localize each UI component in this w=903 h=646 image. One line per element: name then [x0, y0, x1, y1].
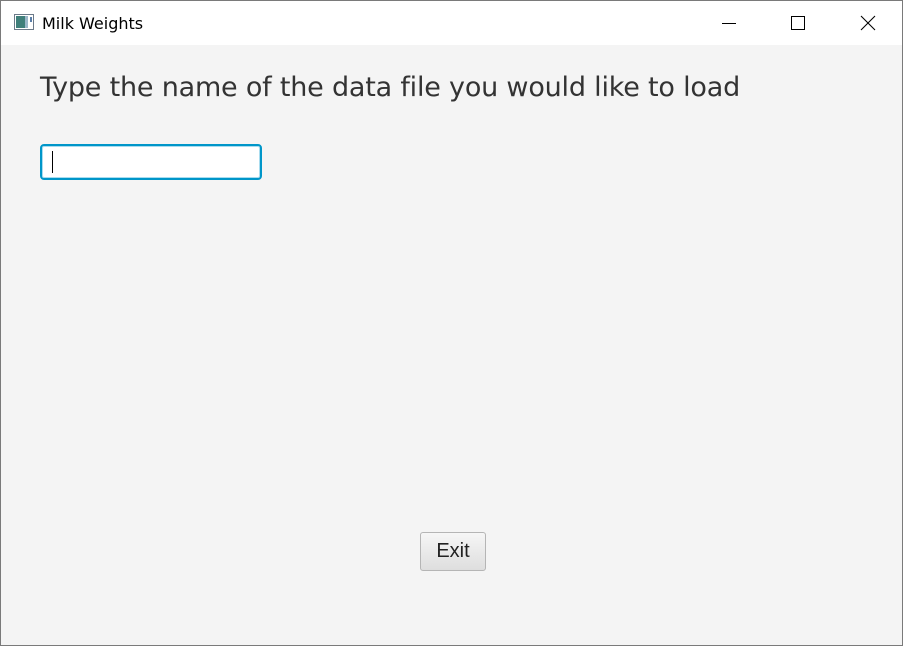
close-button[interactable]	[833, 1, 902, 45]
minimize-button[interactable]	[694, 1, 764, 45]
window-title: Milk Weights	[42, 14, 144, 33]
main-content: Type the name of the data file you would…	[1, 45, 902, 645]
text-caret	[52, 151, 53, 173]
load-prompt-label: Type the name of the data file you would…	[40, 72, 741, 103]
maximize-button[interactable]	[763, 1, 833, 45]
java-app-icon	[14, 14, 34, 30]
file-name-input[interactable]	[40, 144, 262, 180]
minimize-icon	[721, 15, 737, 31]
close-icon	[860, 15, 876, 31]
maximize-icon	[790, 15, 806, 31]
exit-button[interactable]: Exit	[420, 532, 486, 571]
title-bar[interactable]: Milk Weights	[1, 1, 902, 45]
app-window: Milk Weights Type the name of the data f…	[0, 0, 903, 646]
